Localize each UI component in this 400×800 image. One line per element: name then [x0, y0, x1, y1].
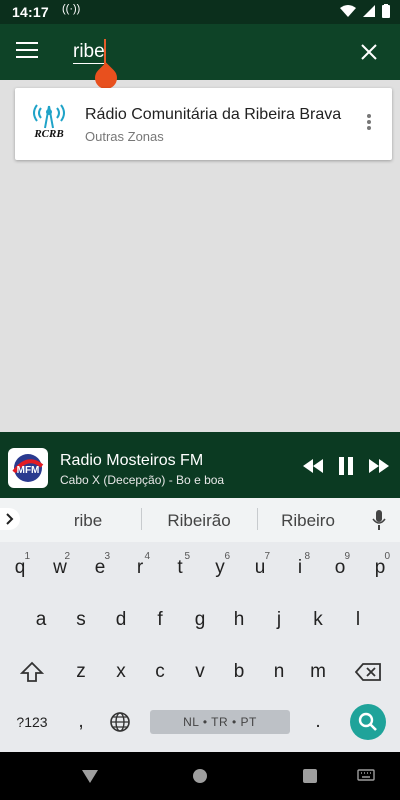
key-v[interactable]: v — [180, 652, 220, 692]
hotspot-icon: ((·)) — [62, 3, 81, 15]
key-z[interactable]: z — [61, 652, 101, 692]
suggestion-1[interactable]: ribe — [33, 511, 143, 531]
key-j[interactable]: j — [259, 600, 299, 640]
fast-forward-icon[interactable] — [368, 456, 390, 476]
now-playing-bar[interactable]: MFM Radio Mosteiros FM Cabo X (Decepção)… — [0, 432, 400, 498]
key-x[interactable]: x — [101, 652, 141, 692]
battery-icon — [382, 4, 390, 18]
signal-icon — [363, 5, 375, 17]
microphone-icon[interactable] — [372, 509, 386, 531]
text-cursor — [104, 39, 106, 65]
period-key[interactable]: . — [298, 702, 338, 742]
comma-key[interactable]: , — [61, 702, 101, 742]
key-o[interactable]: o9 — [320, 548, 360, 588]
menu-icon[interactable] — [16, 42, 38, 62]
language-key[interactable] — [100, 702, 140, 742]
backspace-icon — [354, 663, 381, 681]
player-station-logo: MFM — [8, 448, 48, 488]
key-c[interactable]: c — [140, 652, 180, 692]
suggestion-3[interactable]: Ribeiro — [253, 511, 363, 531]
status-bar: 14:17 ((·)) — [0, 0, 400, 24]
svg-text:RCRB: RCRB — [33, 128, 63, 140]
key-p[interactable]: p0 — [360, 548, 400, 588]
close-icon[interactable] — [358, 41, 380, 63]
key-m[interactable]: m — [298, 652, 338, 692]
suggestion-strip: ribe Ribeirão Ribeiro — [0, 498, 400, 542]
wifi-icon — [340, 5, 356, 17]
key-a[interactable]: a — [21, 600, 61, 640]
system-nav-bar — [0, 752, 400, 800]
status-time: 14:17 — [12, 4, 49, 20]
key-i[interactable]: i8 — [280, 548, 320, 588]
more-options-icon[interactable] — [366, 114, 372, 134]
symbols-key[interactable]: ?123 — [12, 702, 52, 742]
search-key[interactable] — [350, 704, 386, 740]
search-icon — [358, 712, 377, 731]
keyboard: q1 w2 e3 r4 t5 y6 u7 i8 o9 p0 a s d f g … — [0, 542, 400, 752]
key-n[interactable]: n — [259, 652, 299, 692]
backspace-key[interactable] — [348, 652, 388, 692]
suggestion-2[interactable]: Ribeirão — [144, 511, 254, 531]
key-k[interactable]: k — [298, 600, 338, 640]
key-q[interactable]: q1 — [0, 548, 40, 588]
key-e[interactable]: e3 — [80, 548, 120, 588]
key-g[interactable]: g — [180, 600, 220, 640]
keyboard-switch-icon[interactable] — [357, 768, 375, 784]
key-b[interactable]: b — [219, 652, 259, 692]
result-title: Rádio Comunitária da Ribeira Brava — [85, 106, 342, 123]
shift-key[interactable] — [12, 652, 52, 692]
key-u[interactable]: u7 — [240, 548, 280, 588]
player-station-name: Radio Mosteiros FM — [60, 452, 204, 469]
home-icon[interactable] — [192, 768, 208, 784]
globe-icon — [110, 712, 130, 732]
key-d[interactable]: d — [101, 600, 141, 640]
chevron-right-icon[interactable] — [0, 508, 20, 530]
key-y[interactable]: y6 — [200, 548, 240, 588]
key-s[interactable]: s — [61, 600, 101, 640]
key-w[interactable]: w2 — [40, 548, 80, 588]
result-subtitle: Outras Zonas — [85, 129, 164, 144]
key-f[interactable]: f — [140, 600, 180, 640]
key-h[interactable]: h — [219, 600, 259, 640]
rewind-icon[interactable] — [302, 456, 324, 476]
player-track-title: Cabo X (Decepção) - Bo e boa — [60, 473, 225, 487]
app-bar: ribe — [0, 24, 400, 94]
pause-icon[interactable] — [337, 456, 355, 476]
station-logo: RCRB — [33, 104, 65, 140]
search-input[interactable]: ribe — [73, 41, 105, 64]
key-l[interactable]: l — [338, 600, 378, 640]
result-card[interactable]: RCRB Rádio Comunitária da Ribeira Brava … — [15, 88, 392, 160]
back-icon[interactable] — [81, 768, 99, 784]
space-key[interactable]: NL • TR • PT — [150, 710, 290, 734]
key-r[interactable]: r4 — [120, 548, 160, 588]
recents-icon[interactable] — [302, 768, 318, 784]
shift-icon — [19, 661, 45, 682]
key-t[interactable]: t5 — [160, 548, 200, 588]
svg-text:MFM: MFM — [17, 465, 40, 476]
